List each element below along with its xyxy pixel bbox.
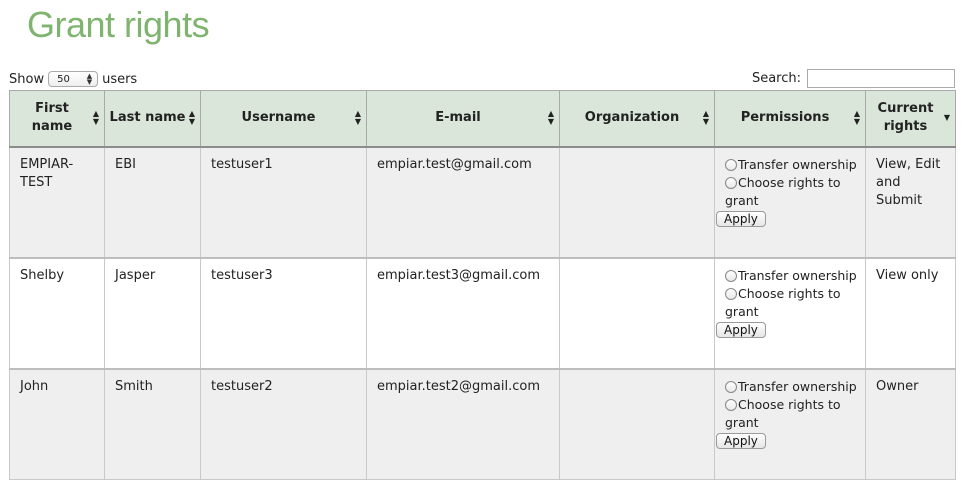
column-header-email[interactable]: E-mail ▲ ▼ xyxy=(366,90,560,148)
choose-rights-option[interactable]: Choose rights to grant xyxy=(725,396,859,432)
choose-rights-radio[interactable] xyxy=(725,287,737,300)
cell-permissions: Transfer ownership Choose rights to gran… xyxy=(714,367,866,480)
select-arrows-icon: ▲ ▼ xyxy=(86,72,93,86)
choose-rights-radio[interactable] xyxy=(725,398,737,411)
table-controls: Show 50 ▲ ▼ users Search: xyxy=(9,69,955,91)
page-title: Grant rights xyxy=(27,4,210,45)
column-header-username[interactable]: Username ▲ ▼ xyxy=(200,90,367,148)
users-label: users xyxy=(102,71,138,87)
sort-both-icon: ▲ ▼ xyxy=(188,109,195,127)
column-header-permissions[interactable]: Permissions ▲ ▼ xyxy=(714,90,866,148)
cell-organization xyxy=(559,256,715,369)
cell-email: empiar.test3@gmail.com xyxy=(366,256,560,369)
table-row: John Smith testuser2 empiar.test2@gmail.… xyxy=(9,367,956,480)
cell-first-name: John xyxy=(9,367,105,480)
sort-both-icon: ▲ ▼ xyxy=(92,109,99,127)
transfer-ownership-radio[interactable] xyxy=(725,380,737,393)
page-size-control: Show 50 ▲ ▼ users xyxy=(9,71,137,87)
apply-button[interactable]: Apply xyxy=(716,321,766,338)
cell-username: testuser2 xyxy=(200,367,367,480)
cell-first-name: EMPIAR-TEST xyxy=(9,145,105,258)
cell-permissions: Transfer ownership Choose rights to gran… xyxy=(714,256,866,369)
search-control: Search: xyxy=(752,69,955,88)
transfer-ownership-option[interactable]: Transfer ownership xyxy=(725,156,859,174)
cell-organization xyxy=(559,145,715,258)
column-header-first-name[interactable]: First name ▲ ▼ xyxy=(9,90,105,148)
apply-button[interactable]: Apply xyxy=(716,210,766,227)
search-label: Search: xyxy=(751,71,801,86)
sort-both-icon: ▲ ▼ xyxy=(354,109,361,127)
cell-first-name: Shelby xyxy=(9,256,105,369)
transfer-ownership-option[interactable]: Transfer ownership xyxy=(725,267,859,285)
table-row: EMPIAR-TEST EBI testuser1 empiar.test@gm… xyxy=(9,145,956,258)
page-size-select[interactable]: 50 ▲ ▼ xyxy=(48,71,99,87)
cell-last-name: EBI xyxy=(104,145,201,258)
cell-last-name: Jasper xyxy=(104,256,201,369)
cell-username: testuser3 xyxy=(200,256,367,369)
choose-rights-radio[interactable] xyxy=(725,176,737,189)
sort-both-icon: ▲ ▼ xyxy=(702,109,709,127)
cell-username: testuser1 xyxy=(200,145,367,258)
grant-rights-page: Grant rights Show 50 ▲ ▼ users Search: F… xyxy=(0,0,962,480)
column-header-current-rights[interactable]: Current rights ▼ xyxy=(865,90,956,148)
table-row: Shelby Jasper testuser3 empiar.test3@gma… xyxy=(9,256,956,369)
search-input[interactable] xyxy=(807,69,955,88)
cell-current-rights: Owner xyxy=(865,367,956,480)
transfer-ownership-radio[interactable] xyxy=(725,269,737,282)
cell-email: empiar.test@gmail.com xyxy=(366,145,560,258)
page-size-value: 50 xyxy=(57,73,70,85)
cell-email: empiar.test2@gmail.com xyxy=(366,367,560,480)
users-table: First name ▲ ▼ Last name ▲ ▼ Username ▲ ▼ E… xyxy=(9,90,956,480)
column-header-organization[interactable]: Organization ▲ ▼ xyxy=(559,90,715,148)
choose-rights-option[interactable]: Choose rights to grant xyxy=(725,285,859,321)
sort-desc-icon: ▼ xyxy=(943,113,950,123)
cell-permissions: Transfer ownership Choose rights to gran… xyxy=(714,145,866,258)
apply-button[interactable]: Apply xyxy=(716,432,766,449)
transfer-ownership-radio[interactable] xyxy=(725,158,737,171)
cell-current-rights: View, Edit and Submit xyxy=(865,145,956,258)
cell-last-name: Smith xyxy=(104,367,201,480)
cell-current-rights: View only xyxy=(865,256,956,369)
sort-both-icon: ▲ ▼ xyxy=(853,109,860,127)
sort-both-icon: ▲ ▼ xyxy=(547,109,554,127)
show-label: Show xyxy=(9,71,45,87)
transfer-ownership-option[interactable]: Transfer ownership xyxy=(725,378,859,396)
choose-rights-option[interactable]: Choose rights to grant xyxy=(725,174,859,210)
table-header-row: First name ▲ ▼ Last name ▲ ▼ Username ▲ ▼ E… xyxy=(9,90,956,148)
cell-organization xyxy=(559,367,715,480)
column-header-last-name[interactable]: Last name ▲ ▼ xyxy=(104,90,201,148)
